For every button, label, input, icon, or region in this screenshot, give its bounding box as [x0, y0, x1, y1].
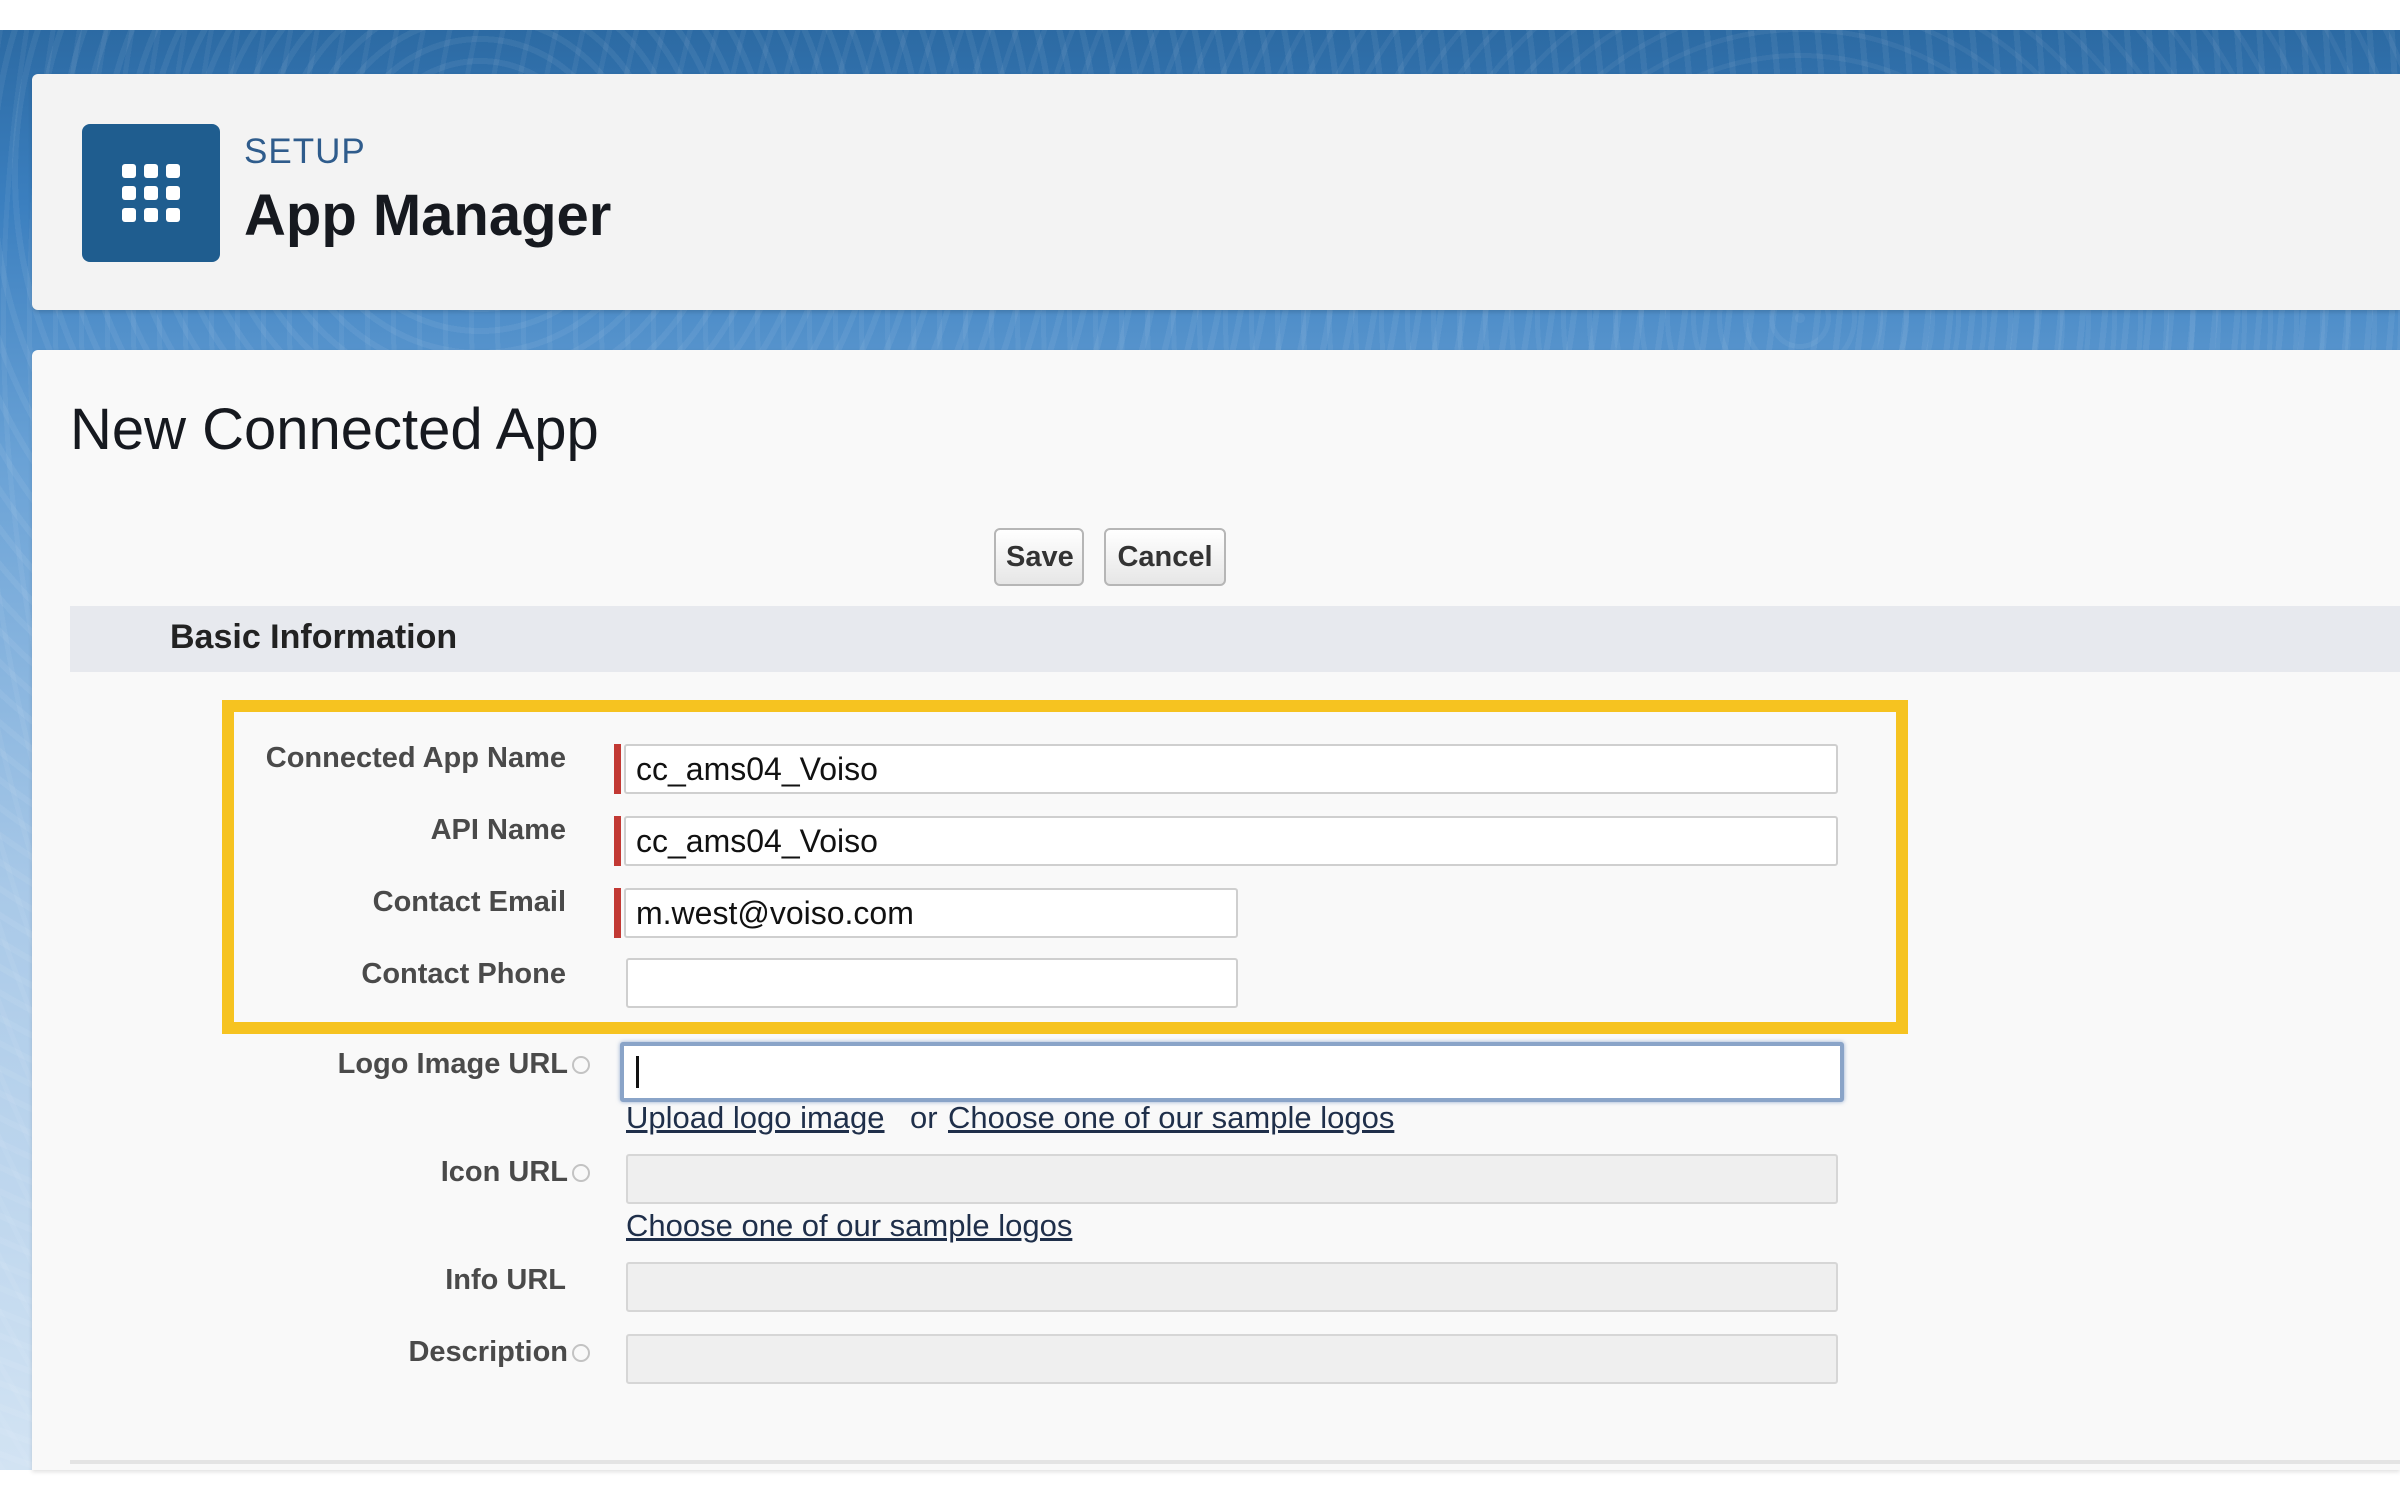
upload-logo-link[interactable]: Upload logo image — [626, 1100, 885, 1136]
page-title: New Connected App — [70, 397, 599, 462]
info-url-label: Info URL — [445, 1264, 566, 1296]
info-url-input[interactable] — [626, 1262, 1838, 1312]
divider — [70, 1460, 2400, 1464]
app-grid-icon — [82, 124, 220, 262]
screen: SETUP App Manager New Connected App Save… — [0, 0, 2400, 1498]
contact-email-input[interactable] — [624, 888, 1238, 938]
logo-image-url-input[interactable] — [620, 1042, 1844, 1102]
description-label: Description — [408, 1336, 590, 1369]
choose-sample-logos-link[interactable]: Choose one of our sample logos — [948, 1100, 1394, 1136]
text-caret — [636, 1056, 639, 1088]
help-icon[interactable] — [572, 1344, 590, 1363]
contact-email-label: Contact Email — [372, 886, 566, 918]
save-button[interactable]: Save — [994, 528, 1084, 586]
or-text: or — [910, 1100, 938, 1135]
icon-url-input[interactable] — [626, 1154, 1838, 1204]
icon-url-label-text: Icon URL — [440, 1156, 568, 1188]
section-title: Basic Information — [170, 618, 458, 656]
icon-url-label: Icon URL — [441, 1156, 590, 1189]
connected-app-name-input[interactable] — [624, 744, 1838, 794]
logo-image-url-label-text: Logo Image URL — [337, 1048, 568, 1080]
help-icon[interactable] — [572, 1056, 590, 1075]
contact-phone-label: Contact Phone — [361, 958, 566, 990]
required-indicator — [614, 888, 621, 938]
api-name-label: API Name — [430, 814, 566, 846]
choose-sample-logos-icon-link[interactable]: Choose one of our sample logos — [626, 1208, 1072, 1244]
contact-phone-input[interactable] — [626, 958, 1238, 1008]
description-label-text: Description — [408, 1336, 568, 1368]
cancel-button[interactable]: Cancel — [1104, 528, 1226, 586]
header-title: App Manager — [244, 183, 612, 248]
connected-app-name-label: Connected App Name — [265, 742, 566, 774]
api-name-input[interactable] — [624, 816, 1838, 866]
help-icon[interactable] — [572, 1164, 590, 1183]
description-input[interactable] — [626, 1334, 1838, 1384]
logo-image-url-label: Logo Image URL — [338, 1048, 590, 1081]
required-indicator — [614, 744, 621, 794]
header-eyebrow: SETUP — [244, 132, 366, 171]
required-indicator — [614, 816, 621, 866]
